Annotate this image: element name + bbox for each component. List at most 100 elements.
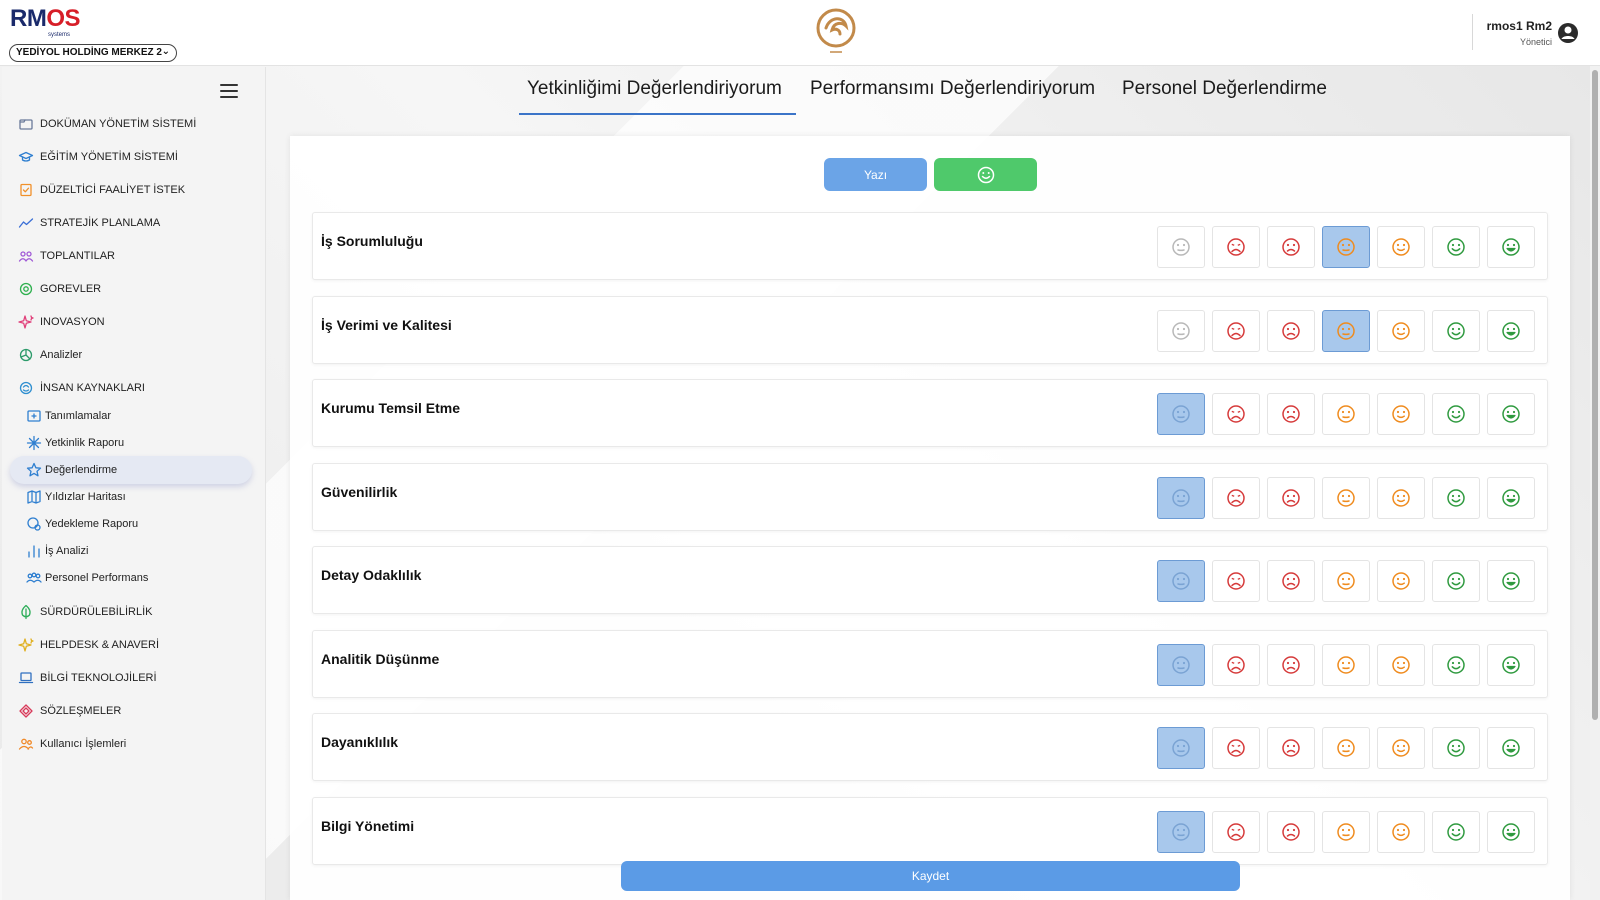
rating-option-0[interactable] [1157, 643, 1205, 686]
rating-option-2[interactable] [1267, 810, 1315, 853]
rating-option-6[interactable] [1487, 560, 1535, 602]
rating-option-1[interactable] [1212, 643, 1260, 686]
rating-option-0[interactable] [1157, 226, 1205, 268]
user-avatar-icon[interactable] [1557, 22, 1579, 44]
rating-option-2[interactable] [1267, 226, 1315, 268]
rating-option-4[interactable] [1377, 810, 1425, 853]
rating-option-1[interactable] [1212, 560, 1260, 602]
scrollbar-thumb[interactable] [1592, 70, 1598, 720]
rating-option-2[interactable] [1267, 727, 1315, 769]
company-select[interactable]: YEDİYOL HOLDİNG MERKEZ 2 ⌄ [9, 44, 177, 62]
sidebar-item-3[interactable]: STRATEJİK PLANLAMA [18, 213, 160, 233]
sidebar-item-2[interactable]: DÜZELTİCİ FAALİYET İSTEK [18, 180, 185, 200]
rating-option-3[interactable] [1322, 309, 1370, 352]
emoji-mode-button[interactable] [934, 158, 1037, 191]
rating-option-6[interactable] [1487, 643, 1535, 686]
sidebar-subitem-4[interactable]: Yedekleme Raporu [26, 514, 138, 534]
rating-option-2[interactable] [1267, 643, 1315, 686]
save-button[interactable]: Kaydet [621, 861, 1240, 891]
sad-face-icon [1281, 738, 1301, 758]
rating-option-1[interactable] [1212, 810, 1260, 853]
rating-option-2[interactable] [1267, 560, 1315, 602]
sidebar-subitem-3[interactable]: Yıldızlar Haritası [26, 487, 126, 507]
sidebar-item-after-3[interactable]: SÖZLEŞMELER [18, 701, 121, 721]
rating-option-4[interactable] [1377, 727, 1425, 769]
rating-option-1[interactable] [1212, 309, 1260, 352]
rating-option-0[interactable] [1157, 393, 1205, 435]
rating-option-4[interactable] [1377, 393, 1425, 435]
sidebar-item-after-4[interactable]: Kullanıcı İşlemleri [18, 734, 126, 754]
sidebar-item-label: INOVASYON [40, 316, 105, 328]
sidebar-item-label: HELPDESK & ANAVERİ [40, 639, 160, 651]
definitions-icon [26, 408, 42, 424]
rating-option-2[interactable] [1267, 309, 1315, 352]
rating-option-0[interactable] [1157, 309, 1205, 352]
rmos-logo[interactable]: RMOS systems [10, 6, 90, 39]
rating-option-3[interactable] [1322, 643, 1370, 686]
rating-option-5[interactable] [1432, 476, 1480, 519]
sidebar-item-after-1[interactable]: HELPDESK & ANAVERİ [18, 635, 159, 655]
rating-option-3[interactable] [1322, 560, 1370, 602]
rating-option-1[interactable] [1212, 727, 1260, 769]
rating-option-3[interactable] [1322, 393, 1370, 435]
rating-option-2[interactable] [1267, 476, 1315, 519]
rating-option-5[interactable] [1432, 810, 1480, 853]
rating-option-0[interactable] [1157, 476, 1205, 519]
sidebar-item-6[interactable]: INOVASYON [18, 312, 105, 332]
sidebar-item-5[interactable]: GOREVLER [18, 279, 101, 299]
sidebar-item-label: EĞİTİM YÖNETİM SİSTEMİ [40, 151, 178, 163]
rating-option-5[interactable] [1432, 643, 1480, 686]
rating-option-0[interactable] [1157, 810, 1205, 853]
tab-performans[interactable]: Performansımı Değerlendiriyorum [810, 78, 1095, 100]
rating-option-6[interactable] [1487, 393, 1535, 435]
rating-option-4[interactable] [1377, 560, 1425, 602]
rating-option-6[interactable] [1487, 309, 1535, 352]
criterion-label: Kurumu Temsil Etme [321, 400, 460, 416]
rating-option-0[interactable] [1157, 727, 1205, 769]
rating-option-6[interactable] [1487, 810, 1535, 853]
rating-option-1[interactable] [1212, 393, 1260, 435]
sidebar-subitem-1[interactable]: Yetkinlik Raporu [26, 433, 124, 453]
sidebar-item-after-2[interactable]: BİLGİ TEKNOLOJİLERİ [18, 668, 157, 688]
sidebar-item-7[interactable]: Analizler [18, 345, 82, 365]
rating-option-1[interactable] [1212, 226, 1260, 268]
rating-option-3[interactable] [1322, 226, 1370, 268]
rating-option-5[interactable] [1432, 560, 1480, 602]
sidebar-subitem-0[interactable]: Tanımlamalar [26, 406, 111, 426]
text-mode-button[interactable]: Yazı [824, 158, 927, 191]
sidebar-item-after-0[interactable]: SÜRDÜRÜLEBİLİRLİK [18, 602, 152, 622]
sidebar-subitem-2[interactable]: Değerlendirme [10, 456, 252, 484]
rating-option-5[interactable] [1432, 393, 1480, 435]
rating-option-6[interactable] [1487, 727, 1535, 769]
trend-line-icon [18, 215, 34, 231]
rating-option-6[interactable] [1487, 226, 1535, 268]
rating-option-3[interactable] [1322, 476, 1370, 519]
sidebar-item-8[interactable]: İNSAN KAYNAKLARI [18, 378, 145, 398]
rating-option-5[interactable] [1432, 226, 1480, 268]
rating-option-5[interactable] [1432, 309, 1480, 352]
rating-option-5[interactable] [1432, 727, 1480, 769]
user-name[interactable]: rmos1 Rm2 [1487, 19, 1552, 33]
sidebar-item-4[interactable]: TOPLANTILAR [18, 246, 115, 266]
rating-option-4[interactable] [1377, 476, 1425, 519]
neutral-face-icon [1171, 738, 1191, 758]
menu-toggle-icon[interactable] [220, 84, 238, 98]
rating-option-4[interactable] [1377, 309, 1425, 352]
rating-option-4[interactable] [1377, 226, 1425, 268]
sidebar-subitem-6[interactable]: Personel Performans [26, 568, 148, 588]
rating-option-3[interactable] [1322, 810, 1370, 853]
checklist-icon [18, 182, 34, 198]
sidebar-item-0[interactable]: DOKÜMAN YÖNETİM SİSTEMİ [18, 114, 196, 134]
rating-option-6[interactable] [1487, 476, 1535, 519]
tab-personel[interactable]: Personel Değerlendirme [1122, 78, 1327, 100]
rating-option-4[interactable] [1377, 643, 1425, 686]
sidebar-item-1[interactable]: EĞİTİM YÖNETİM SİSTEMİ [18, 147, 178, 167]
neutral-face-icon [1336, 321, 1356, 341]
rating-option-2[interactable] [1267, 393, 1315, 435]
rating-option-0[interactable] [1157, 560, 1205, 602]
user-divider [1472, 14, 1473, 50]
rating-option-3[interactable] [1322, 727, 1370, 769]
tab-yetkinlik[interactable]: Yetkinliğimi Değerlendiriyorum [527, 78, 782, 100]
rating-option-1[interactable] [1212, 476, 1260, 519]
sidebar-subitem-5[interactable]: İş Analizi [26, 541, 88, 561]
